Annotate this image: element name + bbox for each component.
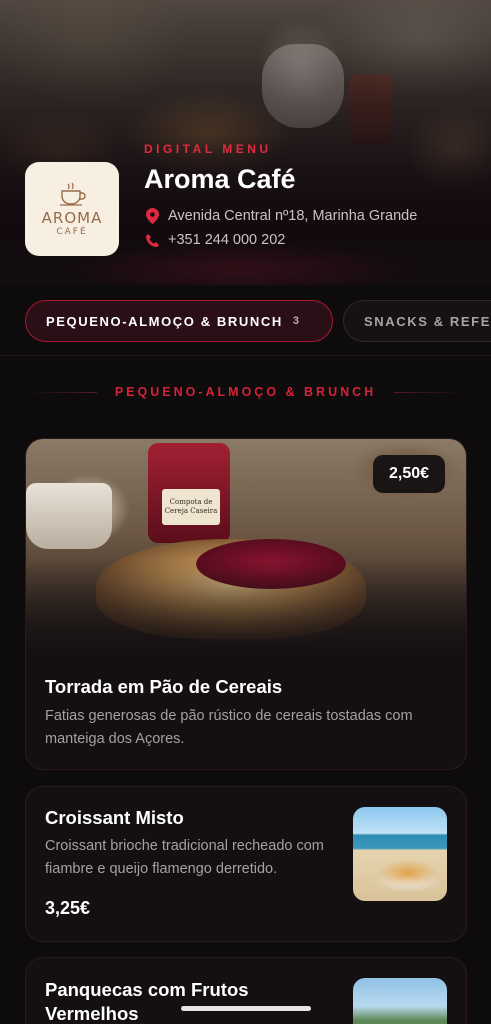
location-pin-icon bbox=[144, 208, 160, 224]
item-description: Croissant brioche tradicional recheado c… bbox=[45, 838, 324, 877]
price-badge: 2,50€ bbox=[373, 455, 446, 493]
item-thumbnail bbox=[353, 807, 447, 901]
coffee-cup-icon bbox=[60, 182, 86, 206]
item-thumbnail bbox=[353, 978, 447, 1024]
section-rule-left bbox=[26, 391, 97, 393]
photo-fade bbox=[26, 559, 466, 659]
page-title: Aroma Café bbox=[144, 164, 296, 194]
phone-row[interactable]: +351 244 000 202 bbox=[144, 232, 285, 248]
address-row[interactable]: Avenida Central nº18, Marinha Grande bbox=[144, 208, 417, 224]
cafe-logo: AROMA CAFÉ bbox=[25, 162, 119, 256]
section-title: PEQUENO-ALMOÇO & BRUNCH bbox=[114, 385, 377, 399]
eyebrow-label: DIGITAL MENU bbox=[144, 142, 272, 156]
address-text: Avenida Central nº18, Marinha Grande bbox=[168, 208, 418, 224]
menu-item-card[interactable]: Croissant Misto Croissant brioche tradic… bbox=[25, 786, 467, 942]
item-name: Croissant Misto bbox=[45, 807, 184, 828]
item-price: 3,25€ bbox=[45, 898, 91, 918]
item-description: Fatias generosas de pão rústico de cerea… bbox=[45, 708, 413, 747]
jam-jar-label: Compota de Cereja Caseira bbox=[162, 489, 220, 525]
phone-text: +351 244 000 202 bbox=[168, 232, 286, 248]
tab-pequeno-almoco-brunch[interactable]: PEQUENO-ALMOÇO & BRUNCH 3 bbox=[25, 300, 333, 342]
item-name: Torrada em Pão de Cereais bbox=[45, 676, 283, 697]
home-indicator[interactable] bbox=[181, 1006, 311, 1011]
phone-icon bbox=[144, 232, 160, 248]
logo-subtitle: CAFÉ bbox=[56, 227, 88, 237]
tab-label: PEQUENO-ALMOÇO & BRUNCH bbox=[46, 313, 283, 329]
tab-snacks-refeicoes[interactable]: SNACKS & REFE bbox=[343, 300, 491, 342]
coffee-cup-photo bbox=[26, 483, 112, 549]
category-tabs: PEQUENO-ALMOÇO & BRUNCH 3 SNACKS & REFE bbox=[0, 296, 491, 346]
menu-item-card[interactable]: Compota de Cereja Caseira 2,50€ Torrada … bbox=[25, 438, 467, 770]
tab-count-badge: 3 bbox=[292, 315, 299, 327]
tabs-divider bbox=[0, 355, 491, 356]
tab-label: SNACKS & REFE bbox=[364, 313, 491, 329]
section-header: PEQUENO-ALMOÇO & BRUNCH bbox=[0, 385, 491, 399]
item-name: Panquecas com Frutos Vermelhos bbox=[45, 979, 249, 1024]
section-rule-right bbox=[394, 391, 465, 393]
logo-wordmark: AROMA bbox=[41, 209, 103, 227]
menu-item-card[interactable]: Panquecas com Frutos Vermelhos bbox=[25, 957, 467, 1024]
